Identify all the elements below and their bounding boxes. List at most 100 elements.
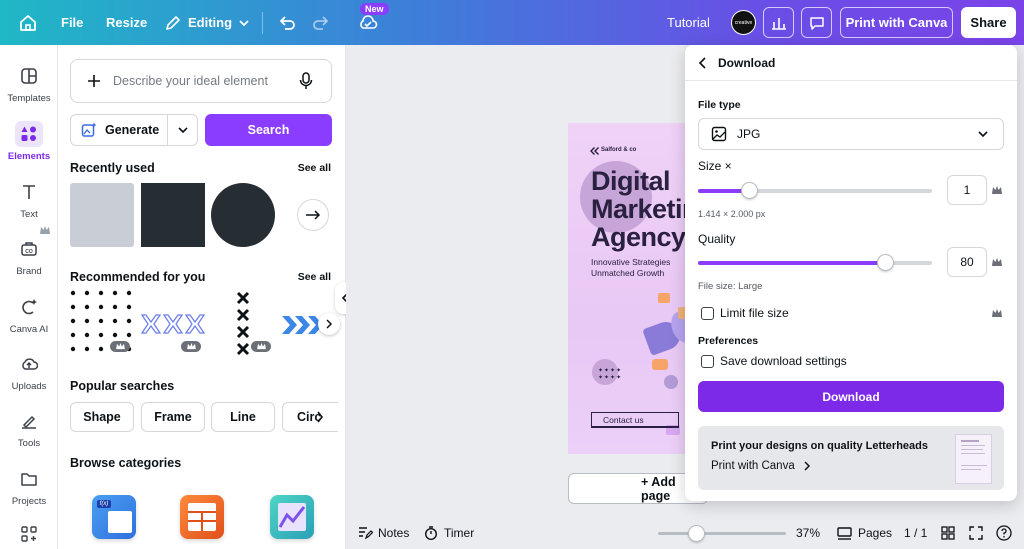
resize-menu[interactable]: Resize bbox=[106, 0, 147, 45]
element-search-input[interactable]: Describe your ideal element bbox=[70, 59, 332, 103]
microphone-icon[interactable] bbox=[299, 72, 313, 90]
zoom-slider-knob[interactable] bbox=[688, 525, 705, 542]
category-spreadsheet-icon[interactable] bbox=[180, 495, 224, 539]
back-arrow-icon[interactable] bbox=[698, 56, 708, 69]
redo-button[interactable] bbox=[311, 0, 331, 45]
rail-uploads[interactable]: Uploads bbox=[0, 347, 58, 403]
new-badge: New bbox=[360, 3, 389, 15]
save-settings-label: Save download settings bbox=[720, 354, 847, 368]
print-with-canva-link[interactable]: Print with Canva bbox=[711, 460, 811, 472]
print-with-canva-button[interactable]: Print with Canva bbox=[840, 7, 953, 38]
quality-slider[interactable] bbox=[698, 254, 932, 271]
limit-file-size-checkbox[interactable] bbox=[701, 307, 714, 320]
recent-dark-square[interactable] bbox=[141, 183, 205, 247]
quality-input[interactable]: 80 bbox=[947, 247, 987, 277]
notes-button[interactable]: Notes bbox=[358, 526, 409, 540]
search-placeholder: Describe your ideal element bbox=[113, 74, 268, 88]
rail-label: Templates bbox=[7, 93, 51, 104]
rail-brand[interactable]: CO Brand bbox=[0, 232, 58, 288]
chevron-down-icon[interactable] bbox=[177, 124, 189, 136]
undo-icon bbox=[279, 15, 295, 30]
save-settings-checkbox[interactable] bbox=[701, 355, 714, 368]
editing-mode-dropdown[interactable]: Editing bbox=[164, 0, 250, 45]
page-counter: 1 / 1 bbox=[904, 526, 928, 540]
zoom-level[interactable]: 37% bbox=[796, 526, 820, 540]
bottom-bar: Notes Timer 37% Pages 1 / 1 bbox=[346, 517, 1024, 549]
size-slider[interactable] bbox=[698, 182, 932, 199]
download-button[interactable]: Download bbox=[698, 381, 1004, 412]
popular-searches-heading: Popular searches bbox=[70, 379, 175, 393]
home-button[interactable] bbox=[18, 0, 38, 45]
elements-icon bbox=[15, 121, 43, 147]
see-all-link[interactable]: See all bbox=[298, 271, 331, 283]
uploads-icon bbox=[18, 353, 40, 375]
pages-button[interactable]: Pages bbox=[837, 526, 892, 540]
size-label: Size × bbox=[698, 159, 732, 173]
sub-line: Innovative Strategies bbox=[591, 257, 671, 267]
recent-dark-circle[interactable] bbox=[211, 183, 275, 247]
category-chart-icon[interactable] bbox=[270, 495, 314, 539]
crown-icon bbox=[992, 186, 1002, 194]
top-bar: File Resize Editing New Tutorial creativ… bbox=[0, 0, 1024, 45]
rail-tools[interactable]: Tools bbox=[0, 404, 58, 460]
chevron-right-icon[interactable] bbox=[316, 411, 324, 423]
rail-label: Brand bbox=[16, 266, 42, 277]
comments-button[interactable] bbox=[801, 7, 832, 38]
chip-circle[interactable]: Circ bbox=[282, 402, 338, 432]
scroll-right-button[interactable] bbox=[318, 313, 340, 335]
size-slider-knob[interactable] bbox=[741, 182, 758, 199]
zoom-slider[interactable] bbox=[658, 525, 786, 542]
x-column-element[interactable] bbox=[236, 291, 250, 357]
chevron-down-icon bbox=[978, 131, 988, 138]
recently-used-heading: Recently used bbox=[70, 161, 155, 175]
pencil-icon bbox=[166, 15, 180, 30]
rail-templates[interactable]: Templates bbox=[0, 59, 58, 115]
fullscreen-icon[interactable] bbox=[969, 526, 983, 540]
scroll-right-button[interactable] bbox=[297, 199, 329, 231]
quality-slider-knob[interactable] bbox=[877, 254, 894, 271]
comment-icon bbox=[809, 16, 824, 30]
timer-button[interactable]: Timer bbox=[424, 526, 474, 540]
chip-frame[interactable]: Frame bbox=[141, 402, 205, 432]
share-button[interactable]: Share bbox=[961, 7, 1016, 38]
left-rail: Templates Elements Text CO Brand Canva A… bbox=[0, 45, 58, 549]
arrow-right-icon bbox=[306, 210, 321, 220]
file-type-select[interactable]: JPG bbox=[698, 118, 1004, 150]
insights-button[interactable] bbox=[763, 7, 794, 38]
apps-icon[interactable] bbox=[20, 525, 38, 548]
avatar[interactable]: creative bbox=[731, 10, 756, 35]
rail-text[interactable]: Text bbox=[0, 175, 58, 231]
design-underline bbox=[591, 426, 679, 427]
size-input[interactable]: 1 bbox=[947, 175, 987, 205]
print-promo-card[interactable]: Print your designs on quality Letterhead… bbox=[698, 426, 1004, 490]
rail-canva-ai[interactable]: Canva AI bbox=[0, 290, 58, 346]
tutorial-link[interactable]: Tutorial bbox=[667, 0, 710, 45]
cloud-check-icon bbox=[360, 14, 378, 29]
generate-button[interactable]: Generate bbox=[70, 114, 198, 146]
tools-icon bbox=[18, 410, 40, 432]
chip-shape[interactable]: Shape bbox=[70, 402, 134, 432]
chip-line[interactable]: Line bbox=[211, 402, 275, 432]
design-subheadline: Innovative Strategies Unmatched Growth bbox=[591, 257, 670, 279]
chevron-right-icon bbox=[804, 461, 810, 471]
see-all-link[interactable]: See all bbox=[298, 162, 331, 174]
pages-label: Pages bbox=[858, 526, 893, 540]
undo-button[interactable] bbox=[277, 0, 297, 45]
generate-label: Generate bbox=[105, 123, 160, 137]
rail-elements[interactable]: Elements bbox=[0, 117, 58, 173]
grid-view-icon[interactable] bbox=[941, 526, 955, 540]
file-menu[interactable]: File bbox=[61, 0, 83, 45]
cross-pattern-element[interactable] bbox=[140, 313, 206, 335]
design-brand: Salford & co bbox=[601, 147, 637, 153]
recent-gray-square[interactable] bbox=[70, 183, 134, 247]
help-icon[interactable] bbox=[996, 525, 1012, 541]
projects-icon bbox=[18, 468, 40, 490]
sub-line: Unmatched Growth bbox=[591, 268, 665, 278]
rail-label: Elements bbox=[7, 151, 51, 162]
notes-icon bbox=[359, 527, 373, 540]
dimensions-text: 1.414 × 2.000 px bbox=[698, 209, 766, 219]
rail-label: Uploads bbox=[11, 381, 47, 392]
category-table-icon[interactable]: f(x) bbox=[92, 495, 136, 539]
rail-projects[interactable]: Projects bbox=[0, 462, 58, 518]
search-button[interactable]: Search bbox=[205, 114, 332, 146]
